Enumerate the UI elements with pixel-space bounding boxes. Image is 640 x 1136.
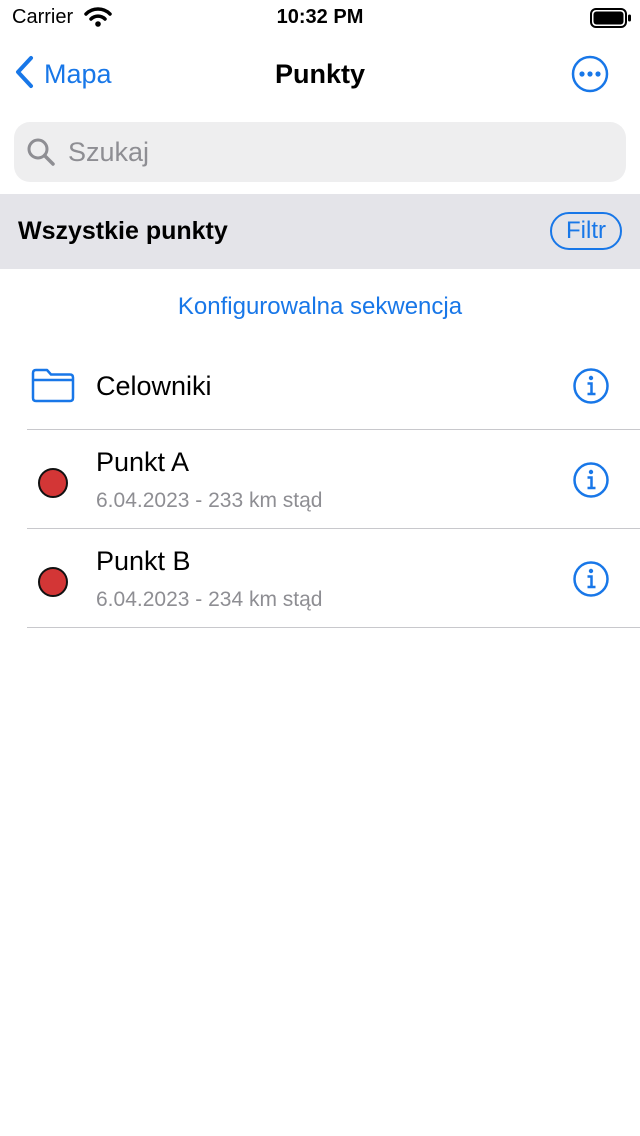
search-input[interactable] [66,135,590,169]
point-marker-icon [38,468,68,498]
section-header: Wszystkie punkty [0,194,640,269]
list-item-folder[interactable]: Celowniki [0,340,640,430]
battery-icon [590,8,632,33]
clock: 10:32 PM [276,6,364,28]
filter-button[interactable]: Filtr [550,212,622,250]
more-icon [570,55,610,98]
section-title: Wszystkie punkty [18,217,228,245]
point-name: Punkt A [96,447,190,477]
divider [27,627,640,628]
point-detail: 6.04.2023 - 233 km stąd [96,489,323,512]
folder-icon [30,367,76,408]
folder-label: Celowniki [96,371,212,401]
info-icon[interactable] [572,461,610,499]
point-detail: 6.04.2023 - 234 km stąd [96,588,323,611]
more-button[interactable] [570,54,610,94]
point-marker-icon [38,567,68,597]
list-item-point[interactable]: Punkt A 6.04.2023 - 233 km stąd [0,430,640,529]
info-icon[interactable] [572,560,610,598]
info-icon[interactable] [572,367,610,405]
search-bar[interactable] [14,122,626,182]
navigation-bar: Mapa Punkty [0,40,640,108]
point-name: Punkt B [96,546,191,576]
status-bar: Carrier 10:32 PM [0,0,640,40]
search-icon [26,137,56,167]
configurable-sequence-link[interactable]: Konfigurowalna sekwencja [0,290,640,324]
list-item-point[interactable]: Punkt B 6.04.2023 - 234 km stąd [0,529,640,628]
page-title: Punkty [274,59,366,89]
